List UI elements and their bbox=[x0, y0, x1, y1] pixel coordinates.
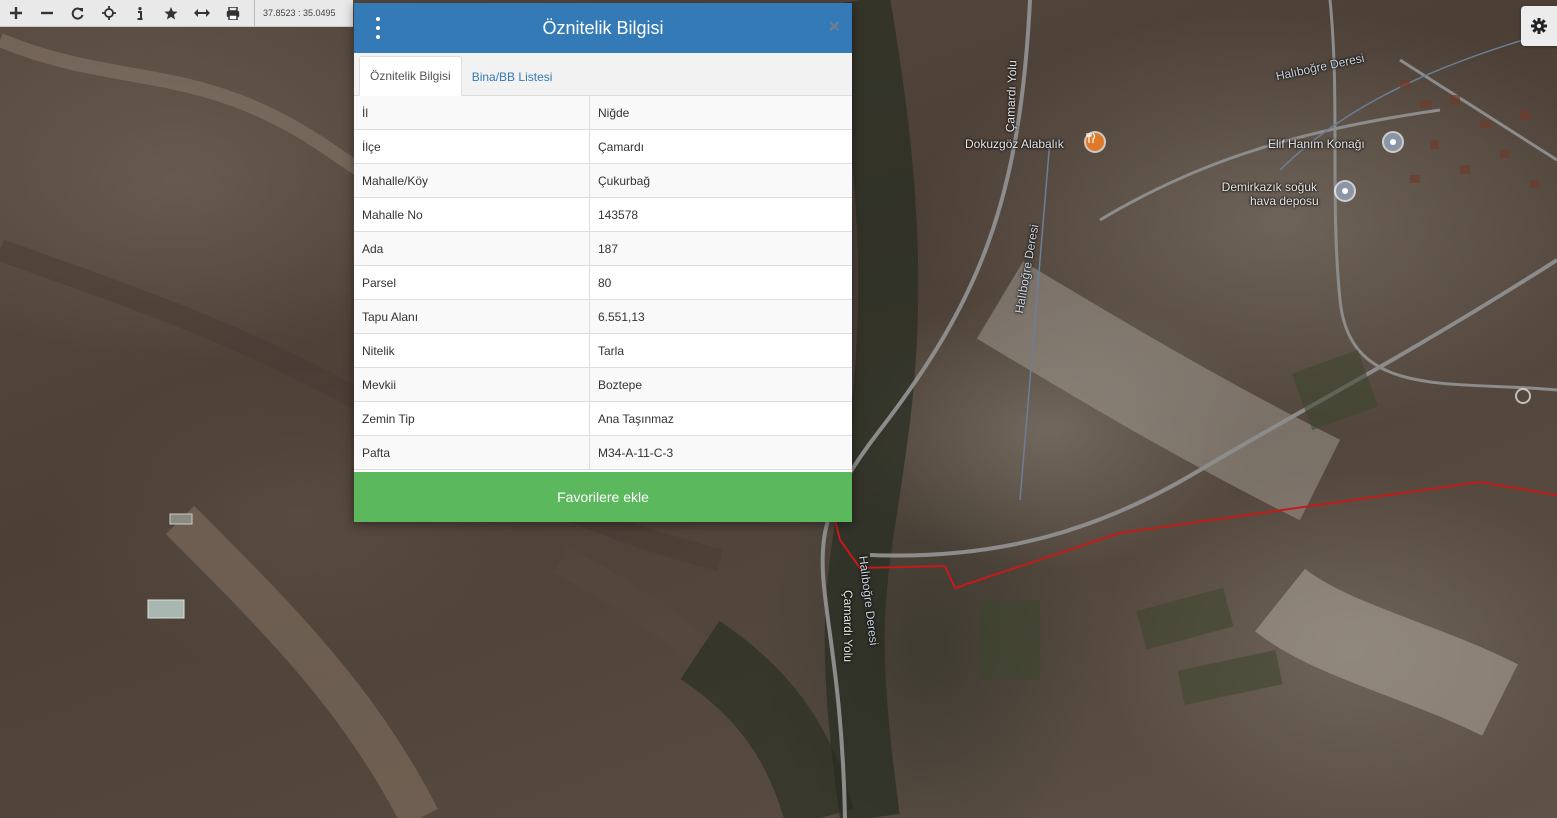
table-row: Parsel 80 bbox=[354, 265, 852, 300]
add-to-favorites-button[interactable]: Favorilere ekle bbox=[354, 472, 852, 522]
attribute-value: Tarla bbox=[589, 333, 852, 368]
table-row: Pafta M34-A-11-C-3 bbox=[354, 435, 852, 470]
poi-label-dokuzgoz[interactable]: Dokuzgöz Alabalık bbox=[965, 137, 1064, 151]
table-row: Mahalle/Köy Çukurbağ bbox=[354, 163, 852, 198]
attribute-value: 143578 bbox=[589, 197, 852, 232]
zoom-out-button[interactable] bbox=[31, 0, 62, 26]
tab-building-list[interactable]: Bina/BB Listesi bbox=[462, 58, 563, 96]
star-icon bbox=[163, 6, 178, 19]
settings-button[interactable] bbox=[1521, 6, 1557, 46]
table-row: Nitelik Tarla bbox=[354, 333, 852, 368]
poi-label-elif[interactable]: Elif Hanım Konağı bbox=[1268, 137, 1365, 151]
attribute-value: Ana Taşınmaz bbox=[589, 401, 852, 436]
attribute-key: Ada bbox=[354, 231, 590, 266]
place-pin-icon[interactable] bbox=[1336, 182, 1354, 200]
place-pin-icon[interactable] bbox=[1384, 133, 1402, 151]
zoom-out-icon bbox=[40, 11, 53, 15]
attribute-key: Nitelik bbox=[354, 333, 590, 368]
attribute-value: Niğde bbox=[589, 96, 852, 130]
attribute-key: Zemin Tip bbox=[354, 401, 590, 436]
attribute-key: Pafta bbox=[354, 435, 590, 470]
print-button[interactable] bbox=[217, 0, 248, 26]
zoom-in-icon bbox=[9, 7, 22, 19]
print-icon bbox=[226, 6, 239, 20]
panel-title: Öznitelik Bilgisi bbox=[542, 17, 664, 38]
attribute-value: M34-A-11-C-3 bbox=[589, 435, 852, 470]
info-icon bbox=[137, 6, 142, 20]
road-label: Çamardı Yolu bbox=[841, 590, 855, 663]
attribute-value: 6.551,13 bbox=[589, 299, 852, 334]
restaurant-icon[interactable] bbox=[1086, 133, 1104, 151]
attribute-value: 187 bbox=[589, 231, 852, 266]
poi-label-line: Demirkazık soğuk bbox=[1221, 180, 1318, 194]
table-row: İl Niğde bbox=[354, 96, 852, 130]
table-row: Tapu Alanı 6.551,13 bbox=[354, 299, 852, 334]
attribute-key: İl bbox=[354, 96, 590, 130]
measure-button[interactable] bbox=[186, 0, 217, 26]
zoom-in-button[interactable] bbox=[0, 0, 31, 26]
coordinate-readout: 37.8523 : 35.0495 bbox=[254, 0, 336, 26]
attribute-key: Parsel bbox=[354, 265, 590, 300]
close-icon[interactable]: × bbox=[828, 17, 840, 37]
attribute-value: Boztepe bbox=[589, 367, 852, 402]
attribute-value: 80 bbox=[589, 265, 852, 300]
attribute-table: İl Niğde İlçe Çamardı Mahalle/Köy Çukurbağ Mah… bbox=[354, 96, 852, 470]
refresh-icon bbox=[71, 7, 84, 19]
panel-header: Öznitelik Bilgisi × bbox=[354, 3, 852, 53]
attribute-value: Çamardı bbox=[589, 129, 852, 164]
table-row: Mahalle No 143578 bbox=[354, 197, 852, 232]
refresh-button[interactable] bbox=[62, 0, 93, 26]
parcel-boundary bbox=[839, 480, 1557, 590]
table-row: Ada 187 bbox=[354, 231, 852, 266]
measure-icon bbox=[193, 9, 210, 17]
table-row: Mevkii Boztepe bbox=[354, 367, 852, 402]
tab-attribute-info[interactable]: Öznitelik Bilgisi bbox=[359, 56, 462, 96]
road-label: Çamardı Yolu bbox=[1003, 59, 1020, 133]
info-button[interactable] bbox=[124, 0, 155, 26]
attribute-key: Mevkii bbox=[354, 367, 590, 402]
poi-label-line: hava deposu bbox=[1250, 194, 1319, 208]
attribute-key: Mahalle/Köy bbox=[354, 163, 590, 198]
attribute-key: Mahalle No bbox=[354, 197, 590, 232]
gear-icon bbox=[1531, 18, 1547, 34]
map-toolbar: 37.8523 : 35.0495 bbox=[0, 0, 353, 27]
table-row: İlçe Çamardı bbox=[354, 129, 852, 164]
locate-icon bbox=[101, 6, 116, 20]
attribute-key: Tapu Alanı bbox=[354, 299, 590, 334]
attribute-value: Çukurbağ bbox=[589, 163, 852, 198]
more-options-icon[interactable] bbox=[368, 17, 388, 39]
poi-label-demirkazik[interactable]: Demirkazık soğuk hava deposu bbox=[1220, 180, 1319, 208]
locate-button[interactable] bbox=[93, 0, 124, 26]
table-row: Zemin Tip Ana Taşınmaz bbox=[354, 401, 852, 436]
favorites-button[interactable] bbox=[155, 0, 186, 26]
attribute-info-panel: Öznitelik Bilgisi × Öznitelik Bilgisi Bi… bbox=[354, 3, 852, 522]
attribute-key: İlçe bbox=[354, 129, 590, 164]
panel-tabs: Öznitelik Bilgisi Bina/BB Listesi bbox=[354, 53, 852, 96]
